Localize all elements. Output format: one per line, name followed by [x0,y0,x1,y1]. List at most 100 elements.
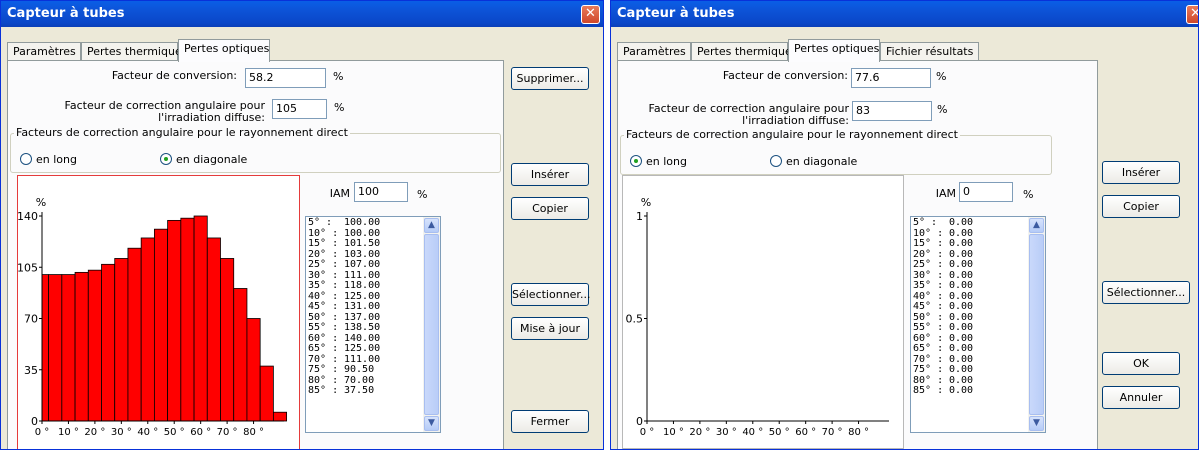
y-tick-label: 70 [24,313,38,326]
radio-dot-selected [630,155,642,167]
bar [246,318,261,422]
x-tick-label: 50 ° [164,427,185,438]
close-icon[interactable]: ✕ [1186,5,1198,24]
list-item-value: 111.00 [344,353,381,365]
list-item-angle: 25° : [308,259,339,270]
insert-button[interactable]: Insérer [1102,161,1180,184]
iam-value-list[interactable]: 5° :100.00 10° :100.00 15° :101.50 20° :103… [305,216,441,433]
x-tick-label: 50 ° [769,427,790,438]
scroll-up-icon[interactable]: ▲ [1029,218,1044,233]
x-tick-label: 30 ° [111,427,132,438]
bar [41,274,50,422]
list-scrollbar[interactable]: ▲ ▼ [423,217,440,432]
select-button[interactable]: Sélectionner... [511,283,590,306]
iam-chart: 0 35 70 105 140% 0 ° 10 ° 20 ° 30 ° 40 ° 50 ° 60 ° 7… [17,175,300,449]
conversion-factor-input[interactable]: 58.2 [245,68,326,88]
x-tick-label: 0 ° [35,427,50,438]
scroll-up-icon[interactable]: ▲ [424,218,439,233]
radio-en-long[interactable]: en long [20,153,77,166]
list-item-angle: 45° : [308,301,339,312]
bar [87,269,102,422]
list-rows: 5° :0.00 10° :0.00 15° :0.00 20° :0.00 25° :… [913,217,1027,397]
list-item-angle: 15° : [308,238,339,249]
bar [61,274,76,422]
update-button[interactable]: Mise à jour [511,317,589,340]
bar [153,228,169,422]
select-button[interactable]: Sélectionner... [1102,281,1190,304]
list-item-value: 118.00 [344,280,381,291]
diffuse-label-line2: l'irradiation diffuse: [158,111,265,124]
tab-pertes-optiques[interactable]: Pertes optiques [788,39,880,62]
scroll-thumb[interactable] [1029,234,1044,415]
tab-pertes-optiques[interactable]: Pertes optiques [178,39,270,62]
close-icon[interactable]: ✕ [581,5,600,24]
x-tick-label: 10 ° [58,427,79,438]
ok-button[interactable]: OK [1102,352,1180,375]
list-item[interactable]: 85° : 0.00 [913,385,1027,397]
list-item-value: 131.00 [344,301,381,312]
tab-panel: Facteur de conversion: 77.6 % Facteur de… [617,60,1098,449]
x-tick-label: 40 ° [137,427,158,438]
cancel-button[interactable]: Annuler [1102,386,1180,409]
bar [193,215,208,422]
list-item-value: 0.00 [949,238,974,249]
list-item-value: 0.00 [949,353,974,365]
tab-parametres[interactable]: Paramètres [7,42,81,61]
radio-en-diagonale[interactable]: en diagonale [160,153,247,166]
tab-fichier-resultats[interactable]: Fichier résultats [880,42,979,61]
bar [140,237,155,422]
bar [272,411,288,422]
list-item-angle: 45° : [913,301,944,312]
copy-button[interactable]: Copier [1102,195,1180,218]
list-item-angle: 35° : [308,280,339,291]
tab-panel: Facteur de conversion: 58.2 % Facteur de… [7,60,504,449]
y-tick-label: 35 [24,364,38,377]
list-item-value: 0.00 [949,311,974,323]
tab-parametres[interactable]: Paramètres [617,42,691,61]
tab-pertes-thermiques[interactable]: Pertes thermiques [691,42,797,61]
radio-dot [770,155,782,167]
conversion-factor-input[interactable]: 77.6 [851,68,931,88]
scroll-down-icon[interactable]: ▼ [424,416,439,431]
dialog-window-left: Capteur à tubes ✕ Paramètres Pertes ther… [0,0,604,450]
iam-value-list[interactable]: 5° :0.00 10° :0.00 15° :0.00 20° :0.00 25° :… [910,216,1046,433]
diffuse-factor-input[interactable]: 83 [852,101,932,121]
x-tick-label: 40 ° [742,427,763,438]
scroll-thumb[interactable] [424,234,439,415]
list-item-value: 90.50 [344,364,375,375]
x-tick-label: 60 ° [795,427,816,438]
diffuse-factor-input[interactable]: 105 [272,99,327,119]
y-axis-label: % [36,196,46,209]
list-item-angle: 65° : [308,343,339,354]
scroll-down-icon[interactable]: ▼ [1029,416,1044,431]
list-item-angle: 5° : [308,217,333,228]
tab-pertes-thermiques[interactable]: Pertes thermiques [81,42,187,61]
iam-input[interactable]: 100 [354,182,408,202]
y-tick-label: 0.5 [626,313,644,326]
bar [259,365,274,422]
x-tick-label: 20 ° [689,427,710,438]
bar [167,219,182,422]
iam-input[interactable]: 0 [959,182,1013,202]
direct-radiation-group [10,133,501,173]
delete-button[interactable]: Supprimer... [511,67,589,90]
iam-unit: % [1023,188,1034,201]
list-item-angle: 75° : [913,364,944,375]
radio-en-long[interactable]: en long [630,155,687,168]
radio-en-diagonale[interactable]: en diagonale [770,155,857,168]
list-item-value: 0.00 [949,290,974,302]
window-title: Capteur à tubes [7,6,125,21]
bar [48,274,63,422]
title-bar[interactable]: Capteur à tubes [611,1,1198,27]
list-item-value: 0.00 [949,227,974,239]
copy-button[interactable]: Copier [511,197,589,220]
list-scrollbar[interactable]: ▲ ▼ [1028,217,1045,432]
list-item-value: 0.00 [949,332,974,344]
list-item-value: 0.00 [949,374,974,386]
close-button[interactable]: Fermer [511,410,589,433]
list-item[interactable]: 85° : 37.50 [308,385,422,397]
bar [220,258,235,422]
insert-button[interactable]: Insérer [511,163,589,186]
title-bar[interactable]: Capteur à tubes [1,1,603,27]
conversion-unit: % [333,70,344,83]
